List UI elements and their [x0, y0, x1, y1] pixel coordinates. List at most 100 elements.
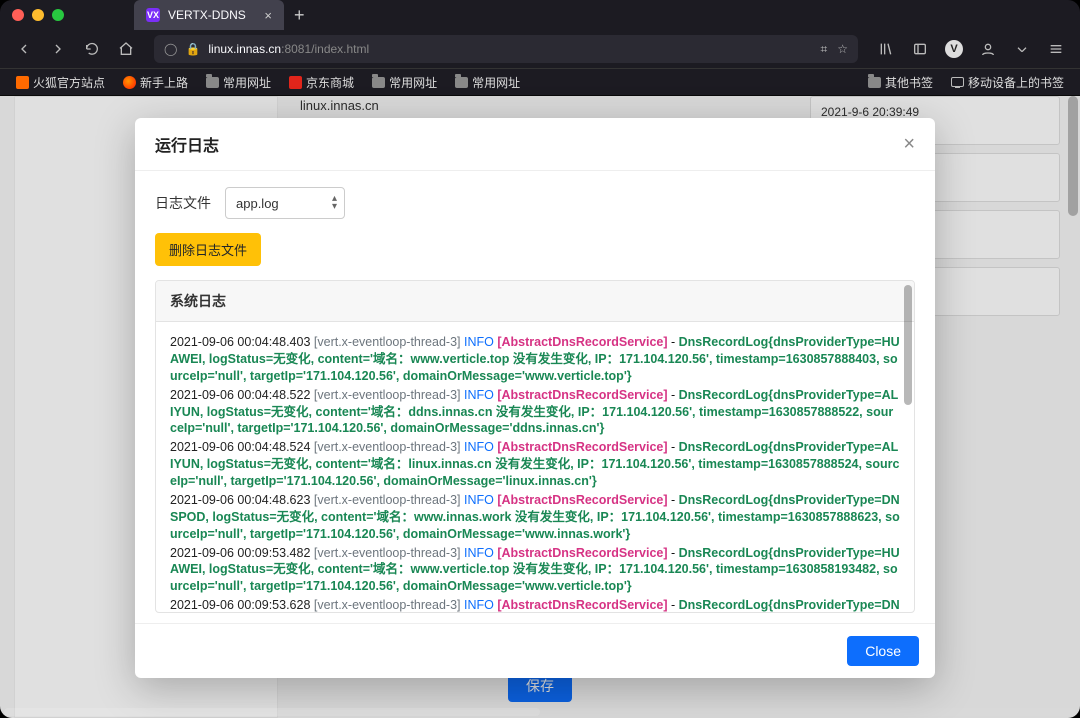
- back-button[interactable]: [10, 35, 38, 63]
- log-timestamp: 2021-09-06 00:04:48.524: [170, 440, 310, 454]
- bookmarks-bar: 火狐官方站点 新手上路 常用网址 京东商城 常用网址 常用网址 其他书签 移动设…: [0, 68, 1080, 96]
- hamburger-menu-icon[interactable]: [1042, 35, 1070, 63]
- account-icon[interactable]: [974, 35, 1002, 63]
- bookmark-star-icon[interactable]: ☆: [837, 42, 848, 56]
- modal-close-icon[interactable]: ×: [903, 133, 915, 156]
- log-thread: [vert.x-eventloop-thread-3]: [314, 388, 461, 402]
- close-window-button[interactable]: [12, 9, 24, 21]
- log-service: [AbstractDnsRecordService]: [497, 493, 667, 507]
- log-timestamp: 2021-09-06 00:04:48.522: [170, 388, 310, 402]
- url-bar[interactable]: ◯ 🔒 linux.innas.cn:8081/index.html ⌗ ☆: [154, 35, 858, 63]
- extension-badge-letter: V: [945, 40, 963, 58]
- log-entry: 2021-09-06 00:04:48.623 [vert.x-eventloo…: [170, 492, 900, 543]
- toolbar-right: V: [872, 35, 1070, 63]
- folder-icon: [206, 77, 219, 88]
- log-level: INFO: [464, 546, 494, 560]
- modal-header: 运行日志 ×: [135, 118, 935, 171]
- bookmark-item[interactable]: 京东商城: [283, 72, 360, 93]
- tab-close-icon[interactable]: ×: [264, 8, 272, 23]
- log-thread: [vert.x-eventloop-thread-3]: [314, 598, 461, 612]
- log-thread: [vert.x-eventloop-thread-3]: [314, 546, 461, 560]
- new-tab-button[interactable]: +: [284, 5, 315, 26]
- firefox-icon: [16, 76, 29, 89]
- log-file-row: 日志文件 app.log ▴▾: [155, 187, 915, 219]
- bookmark-folder[interactable]: 常用网址: [200, 72, 277, 93]
- browser-window: VX VERTX-DDNS × + ◯ 🔒 linux.innas.cn:808…: [0, 0, 1080, 718]
- reload-button[interactable]: [78, 35, 106, 63]
- log-service: [AbstractDnsRecordService]: [497, 546, 667, 560]
- log-modal: 运行日志 × 日志文件 app.log ▴▾ 删除日志文件 系统日志 2021-…: [135, 118, 935, 678]
- extension-badge[interactable]: V: [940, 35, 968, 63]
- folder-icon: [868, 77, 881, 88]
- log-thread: [vert.x-eventloop-thread-3]: [314, 440, 461, 454]
- url-host: linux.innas.cn: [208, 42, 281, 56]
- log-entry: 2021-09-06 00:09:53.482 [vert.x-eventloo…: [170, 545, 900, 596]
- bookmark-label: 火狐官方站点: [33, 74, 105, 91]
- overflow-menu-icon[interactable]: [1008, 35, 1036, 63]
- bookmark-label: 京东商城: [306, 74, 354, 91]
- jd-icon: [289, 76, 302, 89]
- tab-title: VERTX-DDNS: [168, 8, 246, 22]
- system-log-body[interactable]: 2021-09-06 00:04:48.403 [vert.x-eventloo…: [156, 322, 914, 612]
- log-file-label: 日志文件: [155, 193, 211, 213]
- system-log-panel: 系统日志 2021-09-06 00:04:48.403 [vert.x-eve…: [155, 280, 915, 613]
- modal-body: 日志文件 app.log ▴▾ 删除日志文件 系统日志 2021-09-06 0…: [135, 171, 935, 623]
- url-text: linux.innas.cn:8081/index.html: [208, 42, 369, 56]
- browser-tab[interactable]: VX VERTX-DDNS ×: [134, 0, 284, 30]
- nav-toolbar: ◯ 🔒 linux.innas.cn:8081/index.html ⌗ ☆ V: [0, 30, 1080, 68]
- bookmark-item[interactable]: 新手上路: [117, 72, 194, 93]
- log-level: INFO: [464, 493, 494, 507]
- bookmark-folder-other[interactable]: 其他书签: [862, 72, 939, 93]
- shield-icon: ◯: [164, 42, 177, 56]
- system-log-panel-title: 系统日志: [156, 281, 914, 322]
- bookmark-label: 其他书签: [885, 74, 933, 91]
- log-timestamp: 2021-09-06 00:04:48.403: [170, 335, 310, 349]
- titlebar: VX VERTX-DDNS × +: [0, 0, 1080, 30]
- maximize-window-button[interactable]: [52, 9, 64, 21]
- window-bottom-scrollbar[interactable]: [4, 708, 1076, 716]
- bookmark-label: 常用网址: [472, 74, 520, 91]
- log-entry: 2021-09-06 00:04:48.524 [vert.x-eventloo…: [170, 439, 900, 490]
- firefox-icon: [123, 76, 136, 89]
- log-entry: 2021-09-06 00:04:48.403 [vert.x-eventloo…: [170, 334, 900, 385]
- tab-strip: VX VERTX-DDNS × +: [134, 0, 315, 30]
- delete-log-button[interactable]: 删除日志文件: [155, 233, 261, 266]
- home-button[interactable]: [112, 35, 140, 63]
- folder-icon: [455, 77, 468, 88]
- traffic-lights: [12, 9, 64, 21]
- modal-title: 运行日志: [155, 132, 219, 156]
- forward-button[interactable]: [44, 35, 72, 63]
- bookmark-folder-mobile[interactable]: 移动设备上的书签: [945, 72, 1070, 93]
- bookmark-folder[interactable]: 常用网址: [449, 72, 526, 93]
- bookmark-label: 移动设备上的书签: [968, 74, 1064, 91]
- log-level: INFO: [464, 388, 494, 402]
- log-thread: [vert.x-eventloop-thread-3]: [314, 493, 461, 507]
- sidebar-icon[interactable]: [906, 35, 934, 63]
- log-level: INFO: [464, 335, 494, 349]
- lock-icon: 🔒: [185, 42, 200, 56]
- log-service: [AbstractDnsRecordService]: [497, 388, 667, 402]
- log-timestamp: 2021-09-06 00:09:53.482: [170, 546, 310, 560]
- close-button[interactable]: Close: [847, 636, 919, 666]
- bookmark-label: 常用网址: [223, 74, 271, 91]
- log-service: [AbstractDnsRecordService]: [497, 440, 667, 454]
- log-scrollbar[interactable]: [904, 285, 912, 405]
- log-timestamp: 2021-09-06 00:04:48.623: [170, 493, 310, 507]
- log-file-select-wrap: app.log ▴▾: [225, 187, 345, 219]
- log-file-select[interactable]: app.log: [225, 187, 345, 219]
- scrollbar-thumb[interactable]: [4, 708, 540, 716]
- log-entry: 2021-09-06 00:04:48.522 [vert.x-eventloo…: [170, 387, 900, 438]
- minimize-window-button[interactable]: [32, 9, 44, 21]
- bookmark-item[interactable]: 火狐官方站点: [10, 72, 111, 93]
- log-thread: [vert.x-eventloop-thread-3]: [314, 335, 461, 349]
- library-icon[interactable]: [872, 35, 900, 63]
- device-icon: [951, 77, 964, 87]
- log-service: [AbstractDnsRecordService]: [497, 598, 667, 612]
- qr-icon[interactable]: ⌗: [820, 42, 827, 57]
- log-entry: 2021-09-06 00:09:53.628 [vert.x-eventloo…: [170, 597, 900, 612]
- url-path: :8081/index.html: [281, 42, 369, 56]
- log-timestamp: 2021-09-06 00:09:53.628: [170, 598, 310, 612]
- bookmark-label: 常用网址: [389, 74, 437, 91]
- log-service: [AbstractDnsRecordService]: [497, 335, 667, 349]
- bookmark-folder[interactable]: 常用网址: [366, 72, 443, 93]
